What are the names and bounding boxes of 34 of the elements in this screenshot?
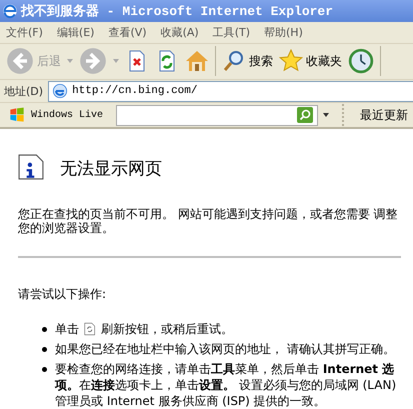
toolbar-link[interactable]: 最近更新 (360, 106, 408, 124)
menu-item[interactable]: 帮助(H) (264, 24, 303, 40)
browser-icon (52, 83, 68, 99)
browser-icon (2, 3, 18, 20)
address-input[interactable]: http://cn.bing.com/ (72, 85, 413, 97)
clock-icon (348, 48, 374, 74)
window-title: 找不到服务器 - Microsoft Internet Explorer (21, 3, 334, 20)
refresh-page-icon (83, 321, 97, 337)
error-message: 您正在查找的页当前不可用。 网站可能遇到支持问题，或者您需要 调整您的浏览器设置。 (18, 207, 399, 235)
history-button[interactable] (348, 48, 374, 74)
menu-item[interactable]: 编辑(E) (56, 24, 94, 40)
search-icon (222, 49, 246, 74)
menu-item[interactable]: 文件(F) (6, 24, 43, 40)
dropdown-caret-icon[interactable] (323, 113, 330, 118)
search-button[interactable] (297, 107, 314, 124)
instruction-text: 刷新按钮，或稍后重试。 (101, 321, 233, 337)
menu-item[interactable]: 工具(T) (212, 24, 250, 40)
menu-item[interactable]: 查看(V) (108, 24, 147, 40)
home-button[interactable] (185, 49, 209, 74)
instruction-text: 如果您已经在地址栏中输入该网页的地址， 请确认其拼写正确。 (55, 341, 395, 357)
instructions-heading: 请尝试以下操作: (18, 286, 108, 303)
brand-name: Windows Live (31, 110, 104, 121)
address-label: 地址(D) (4, 84, 44, 98)
address-field[interactable]: http://cn.bing.com/ (48, 80, 413, 102)
favorites-button[interactable]: 收藏夹 (279, 49, 342, 74)
search-button[interactable]: 搜索 (222, 49, 273, 74)
windows-logo-icon (8, 107, 26, 124)
menu-item[interactable]: 收藏(A) (160, 24, 199, 40)
instruction-text: 单击 (55, 321, 79, 337)
house-icon (185, 49, 209, 74)
instruction-text: 要检查您的网络连接，请单击工具菜单，然后单击 Internet 选项。在连接选项卡上，单击设置。 设置必须与您的局域网 (LAN) 管理员或 Internet 服务供应商 (ISP) 提供的一致。 (55, 361, 398, 409)
star-icon (279, 49, 303, 74)
search-field[interactable] (116, 104, 318, 126)
error-heading: 无法显示网页 (60, 158, 162, 180)
